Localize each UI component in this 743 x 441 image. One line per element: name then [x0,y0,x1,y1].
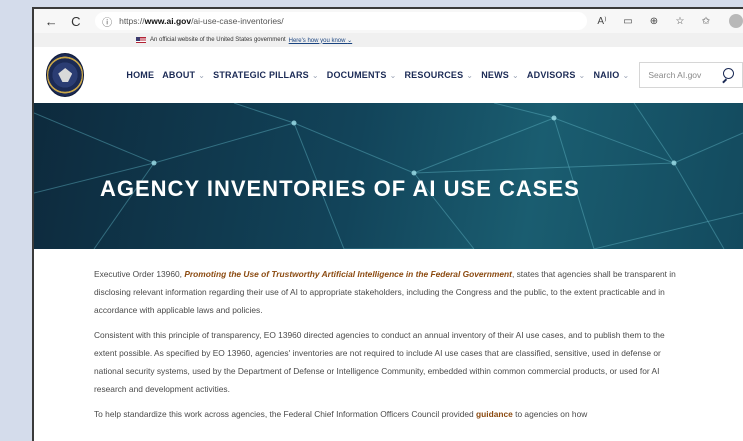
url-prefix: https:// [119,16,145,26]
chevron-down-icon: ⌄ [198,70,206,80]
nav-label: ADVISORS [526,70,576,80]
chevron-down-icon: ⌄ [512,70,519,80]
paragraph-2: Consistent with this principle of transp… [94,330,665,394]
nav-label: NEWS [481,70,510,80]
nav-resources[interactable]: RESOURCES ⌄ [404,70,473,80]
seal-logo[interactable] [46,53,85,97]
hero-banner: AGENCY INVENTORIES OF AI USE CASES [34,103,743,249]
profile-avatar-icon[interactable] [729,14,743,28]
text-span: to agencies on how [512,409,588,419]
chevron-down-icon: ⌄ [578,70,586,80]
nav-strategic-pillars[interactable]: STRATEGIC PILLARS ⌄ [213,70,319,80]
nav-label: DOCUMENTS [326,70,387,80]
back-arrow-icon[interactable]: ← [42,11,61,31]
banner-link-label: Here's how you know [288,37,346,44]
eo-13960-link[interactable]: Promoting the Use of Trustworthy Artific… [184,269,512,279]
chevron-down-icon: ⌄ [466,70,474,80]
chevron-down-icon: ⌄ [622,70,630,80]
gov-banner: An official website of the United States… [34,33,743,47]
eagle-icon [58,68,73,82]
heres-how-you-know-link[interactable]: Here's how you know ⌄ [289,37,353,44]
browser-window: ← C ⓘ https://www.ai.gov/ai-use-case-inv… [32,7,743,441]
us-flag-icon [136,37,146,43]
guidance-link[interactable]: guidance [476,409,513,419]
nav-documents[interactable]: DOCUMENTS ⌄ [327,70,397,80]
browser-toolbar: ← C ⓘ https://www.ai.gov/ai-use-case-inv… [34,9,743,33]
text-span: To help standardize this work across age… [94,409,477,419]
address-bar[interactable]: ⓘ https://www.ai.gov/ai-use-case-invento… [95,12,587,30]
site-info-icon[interactable]: ⓘ [101,15,113,29]
search-placeholder: Search AI.gov [648,70,702,80]
nav-about[interactable]: ABOUT ⌄ [162,70,205,80]
site-header: HOME ABOUT ⌄ STRATEGIC PILLARS ⌄ DOCUMENTS… [34,47,743,103]
favorites-icon[interactable]: ✩ [699,16,713,27]
read-aloud-icon[interactable]: A⁾ [595,16,609,27]
paragraph-3: To help standardize this work across age… [94,405,684,423]
nav-label: NAIIO [593,70,620,80]
nav-label: STRATEGIC PILLARS [213,70,309,80]
main-nav: HOME ABOUT ⌄ STRATEGIC PILLARS ⌄ DOCUMENTS… [126,70,637,80]
search-input[interactable]: Search AI.gov [639,62,743,88]
url-path: /ai-use-case-inventories/ [191,16,284,26]
nav-home[interactable]: HOME [126,70,154,80]
nav-naiio[interactable]: NAIIO ⌄ [593,70,629,80]
zoom-icon[interactable]: ⊕ [647,16,661,27]
nav-news[interactable]: NEWS ⌄ [481,70,519,80]
chevron-down-icon: ⌄ [347,37,353,44]
reload-icon[interactable]: C [67,11,86,31]
paragraph-1: Executive Order 13960, Promoting the Use… [94,265,684,319]
browser-actions: A⁾ ▭ ⊕ ☆ ✩ [595,14,743,28]
page-title: AGENCY INVENTORIES OF AI USE CASES [100,176,580,201]
reader-view-icon[interactable]: ▭ [621,16,635,27]
main-content: Executive Order 13960, Promoting the Use… [94,265,684,430]
search-icon[interactable] [720,68,734,82]
url-text: https://www.ai.gov/ai-use-case-inventori… [119,16,284,26]
favorite-add-icon[interactable]: ☆ [673,16,687,27]
nav-label: ABOUT [162,70,196,80]
text-span: Executive Order 13960, [94,269,185,279]
url-domain: www.ai.gov [144,16,192,26]
nav-advisors[interactable]: ADVISORS ⌄ [527,70,586,80]
nav-label: HOME [126,70,155,80]
nav-label: RESOURCES [404,70,464,80]
chevron-down-icon: ⌄ [311,70,319,80]
gov-banner-text: An official website of the United States… [150,37,286,43]
chevron-down-icon: ⌄ [389,70,397,80]
